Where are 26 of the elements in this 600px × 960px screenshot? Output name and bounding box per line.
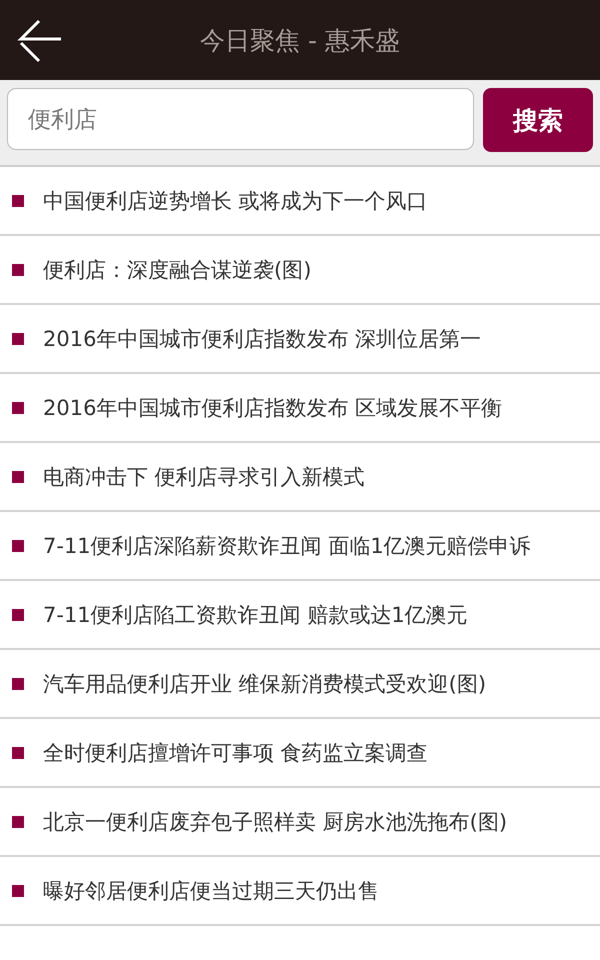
bullet-icon — [12, 816, 24, 828]
article-link[interactable]: 曝好邻居便利店便当过期三天仍出售 — [43, 876, 379, 904]
bullet-icon — [12, 746, 24, 758]
article-link[interactable]: 便利店：深度融合谋逆袭(图) — [43, 256, 312, 284]
back-arrow-icon[interactable] — [17, 17, 63, 63]
article-link[interactable]: 中国便利店逆势增长 或将成为下一个风口 — [43, 186, 428, 214]
bullet-icon — [12, 264, 24, 276]
search-button[interactable]: 搜索 — [483, 88, 593, 152]
bullet-icon — [12, 678, 24, 690]
bullet-icon — [12, 884, 24, 896]
bullet-icon — [12, 402, 24, 414]
article-link[interactable]: 2016年中国城市便利店指数发布 区域发展不平衡 — [43, 394, 502, 422]
bullet-icon — [12, 194, 24, 206]
article-link[interactable]: 汽车用品便利店开业 维保新消费模式受欢迎(图) — [43, 670, 486, 698]
article-link[interactable]: 电商冲击下 便利店寻求引入新模式 — [43, 462, 365, 490]
article-link[interactable]: 2016年中国城市便利店指数发布 深圳位居第一 — [43, 324, 482, 352]
article-link[interactable]: 全时便利店擅增许可事项 食药监立案调查 — [43, 738, 428, 766]
page-title: 今日聚焦 - 惠禾盛 — [200, 24, 400, 56]
bullet-icon — [12, 608, 24, 620]
bullet-icon — [12, 540, 24, 552]
article-link[interactable]: 7-11便利店深陷薪资欺诈丑闻 面临1亿澳元赔偿申诉 — [43, 532, 531, 560]
bullet-icon — [12, 332, 24, 344]
article-link[interactable]: 7-11便利店陷工资欺诈丑闻 赔款或达1亿澳元 — [43, 600, 468, 628]
bullet-icon — [12, 470, 24, 482]
search-field[interactable]: 便利店 — [7, 88, 474, 150]
article-link[interactable]: 北京一便利店废弃包子照样卖 厨房水池洗拖布(图) — [43, 808, 508, 836]
